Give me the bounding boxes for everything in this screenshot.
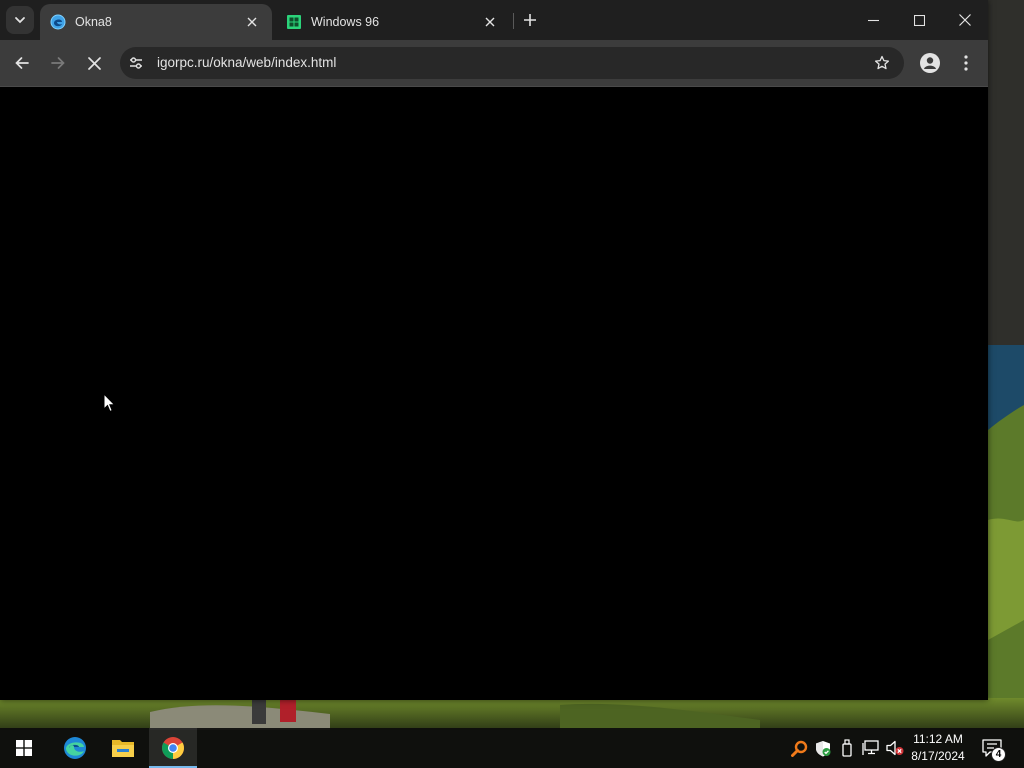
- volume-muted-icon: [886, 740, 904, 756]
- defender-shield-icon: [816, 740, 831, 756]
- forward-button[interactable]: [44, 49, 72, 77]
- chevron-down-icon: [15, 17, 25, 24]
- tray-search-button[interactable]: [789, 738, 809, 758]
- tab-title: Windows 96: [311, 15, 380, 29]
- star-outline-icon: [874, 55, 890, 70]
- kebab-menu-icon: [964, 55, 968, 71]
- bookmark-star-button[interactable]: [870, 51, 894, 75]
- new-tab-button[interactable]: [518, 8, 542, 32]
- arrow-right-icon: [51, 57, 65, 69]
- notification-count-badge: 4: [991, 747, 1006, 762]
- toolbar-divider: [0, 86, 988, 87]
- chrome-icon: [162, 737, 184, 759]
- tray-volume-button[interactable]: [885, 738, 905, 758]
- tray-network-button[interactable]: [861, 738, 881, 758]
- page-viewport[interactable]: [0, 86, 988, 700]
- windows-start-icon: [16, 740, 32, 756]
- site-info-button[interactable]: [124, 51, 148, 75]
- start-button[interactable]: [0, 728, 48, 768]
- close-icon: [247, 17, 257, 27]
- minimize-button[interactable]: [850, 0, 896, 40]
- clock-time: 11:12 AM: [913, 732, 963, 746]
- mouse-cursor-icon: [103, 393, 116, 413]
- file-explorer-icon: [112, 740, 134, 757]
- browser-menu-button[interactable]: [952, 49, 980, 77]
- clock-date: 8/17/2024: [911, 749, 965, 763]
- search-magnifier-icon: [790, 740, 807, 757]
- taskbar-edge-button[interactable]: [51, 728, 99, 768]
- tune-sliders-icon: [130, 57, 142, 69]
- maximize-icon: [913, 14, 925, 26]
- profile-button[interactable]: [916, 49, 944, 77]
- close-icon: [485, 17, 495, 27]
- browser-window: Okna8 Windows 96 igorpc.ru/okna/web/inde…: [0, 0, 988, 700]
- usb-device-icon: [842, 739, 852, 757]
- url-text[interactable]: igorpc.ru/okna/web/index.html: [157, 55, 336, 70]
- arrow-left-icon: [15, 57, 29, 69]
- minimize-icon: [867, 19, 879, 21]
- tab-okna8[interactable]: Okna8: [40, 4, 272, 40]
- tab-separator: [513, 13, 514, 29]
- tab-close-button[interactable]: [480, 12, 500, 32]
- taskbar-file-explorer-button[interactable]: [99, 728, 147, 768]
- edge-like-blue-icon: [50, 14, 66, 30]
- tab-windows-96[interactable]: Windows 96: [276, 4, 510, 40]
- tab-search-button[interactable]: [6, 6, 34, 34]
- edge-icon: [64, 737, 86, 759]
- back-button[interactable]: [8, 49, 36, 77]
- tray-defender-button[interactable]: [813, 738, 833, 758]
- tab-title: Okna8: [75, 15, 112, 29]
- taskbar-chrome-button[interactable]: [149, 728, 197, 768]
- stop-loading-button[interactable]: [80, 49, 108, 77]
- tray-usb-button[interactable]: [837, 738, 857, 758]
- address-bar[interactable]: igorpc.ru/okna/web/index.html: [120, 47, 904, 79]
- maximize-button[interactable]: [896, 0, 942, 40]
- windows96-green-icon: [287, 15, 301, 29]
- plus-icon: [524, 14, 536, 26]
- browser-titlebar: Okna8 Windows 96: [0, 0, 988, 40]
- browser-toolbar: igorpc.ru/okna/web/index.html: [0, 40, 988, 86]
- stop-x-icon: [87, 56, 101, 70]
- close-window-button[interactable]: [942, 0, 988, 40]
- taskbar: 11:12 AM 8/17/2024: [0, 728, 1024, 768]
- network-icon: [862, 740, 879, 755]
- close-icon: [959, 14, 971, 26]
- profile-avatar-icon: [920, 53, 940, 73]
- tab-close-button[interactable]: [242, 12, 262, 32]
- taskbar-clock[interactable]: 11:12 AM 8/17/2024: [905, 731, 971, 767]
